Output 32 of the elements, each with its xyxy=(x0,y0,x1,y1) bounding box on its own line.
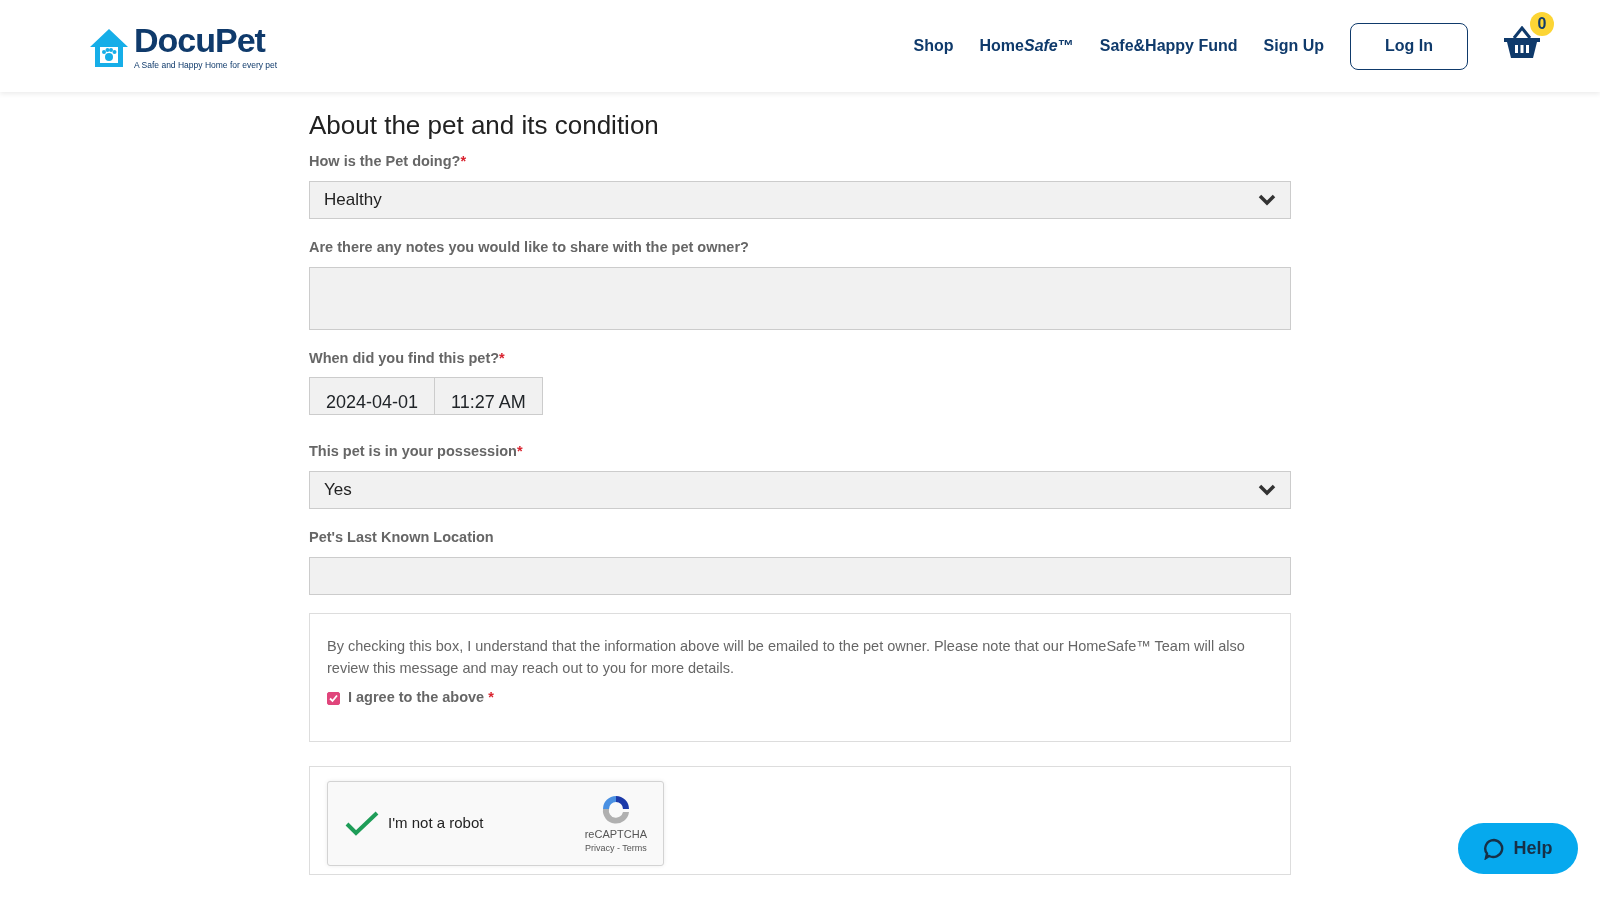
recaptcha-brand: reCAPTCHA xyxy=(584,826,647,842)
agree-checkbox[interactable] xyxy=(327,691,340,705)
field-label: When did you find this pet?* xyxy=(309,348,506,368)
chevron-down-icon xyxy=(1258,484,1276,497)
nav-link[interactable]: Shop xyxy=(913,34,954,58)
logo-wordmark: DocuPet xyxy=(134,22,267,57)
field-label: How is the Pet doing?* xyxy=(309,152,468,172)
date-field[interactable]: 2024-04-01 xyxy=(309,377,436,416)
select-field[interactable]: Healthy xyxy=(309,180,1291,219)
consent-text: By checking this box, I understand that the information above will be emailed to the pet owner. Please note that our HomeSafe™ Team will also review this message and may reach out to you for more details. xyxy=(327,636,1246,678)
captcha-label: I'm not a robot xyxy=(388,813,484,834)
field-label: Are there any notes you would like to share with the pet owner? xyxy=(309,237,750,257)
login-button[interactable]: Log In xyxy=(1350,22,1468,70)
cart-count-badge: 0 xyxy=(1530,11,1554,36)
chevron-down-icon xyxy=(1258,193,1276,206)
nav-link[interactable]: HomeSafe™ xyxy=(979,34,1074,58)
chat-bubble-icon xyxy=(1483,837,1506,860)
nav-link[interactable]: Sign Up xyxy=(1263,34,1324,58)
field-label: Pet's Last Known Location xyxy=(309,528,495,548)
privacy-terms-links[interactable]: Privacy - Terms xyxy=(584,842,647,856)
house-paw-icon xyxy=(88,27,130,70)
text-input-field[interactable] xyxy=(309,556,1291,595)
form-heading: About the pet and its condition xyxy=(309,110,660,142)
time-field[interactable]: 11:27 AM xyxy=(435,377,543,416)
textarea-field[interactable] xyxy=(309,266,1291,330)
checkmark-icon[interactable] xyxy=(344,809,380,838)
help-button[interactable]: Help xyxy=(1458,823,1578,874)
checkbox-label: I agree to the above * xyxy=(348,688,494,708)
logo-tagline: A Safe and Happy Home for every pet xyxy=(134,60,278,70)
field-label: This pet is in your possession* xyxy=(309,442,524,462)
nav-link[interactable]: Safe&Happy Fund xyxy=(1099,34,1238,58)
select-field[interactable]: Yes xyxy=(309,471,1291,510)
